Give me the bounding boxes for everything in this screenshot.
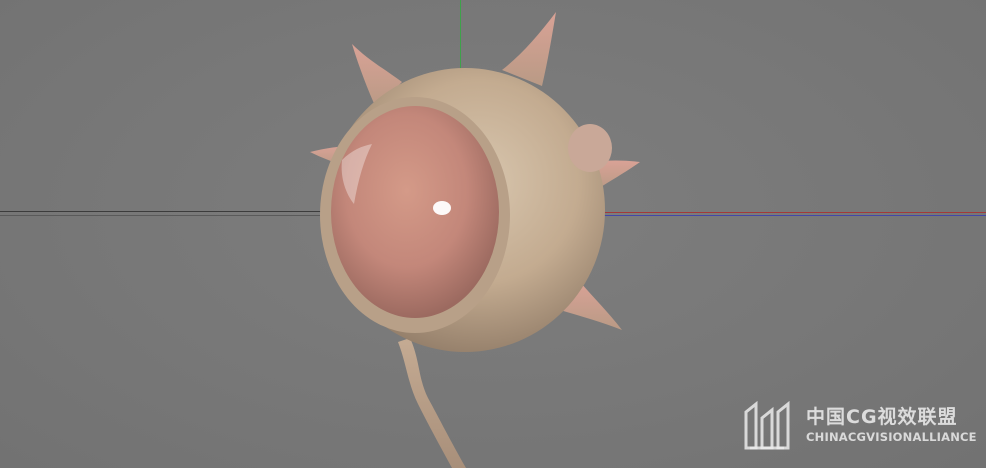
chinacg-logo-icon <box>744 400 790 450</box>
eyeball <box>331 106 499 318</box>
spike-top-right <box>502 12 556 86</box>
eyeball-creature-model[interactable] <box>290 0 670 468</box>
watermark-title-cn: 中国CG视效联盟 <box>806 406 958 428</box>
watermark: 中国CG视效联盟 CHINACGVISIONALLIANCE <box>742 392 977 458</box>
body-bump <box>568 124 612 172</box>
3d-viewport[interactable]: 中国CG视效联盟 CHINACGVISIONALLIANCE <box>0 0 986 468</box>
eye-highlight <box>433 201 451 215</box>
watermark-title-en: CHINACGVISIONALLIANCE <box>806 430 977 444</box>
tail <box>398 338 466 468</box>
